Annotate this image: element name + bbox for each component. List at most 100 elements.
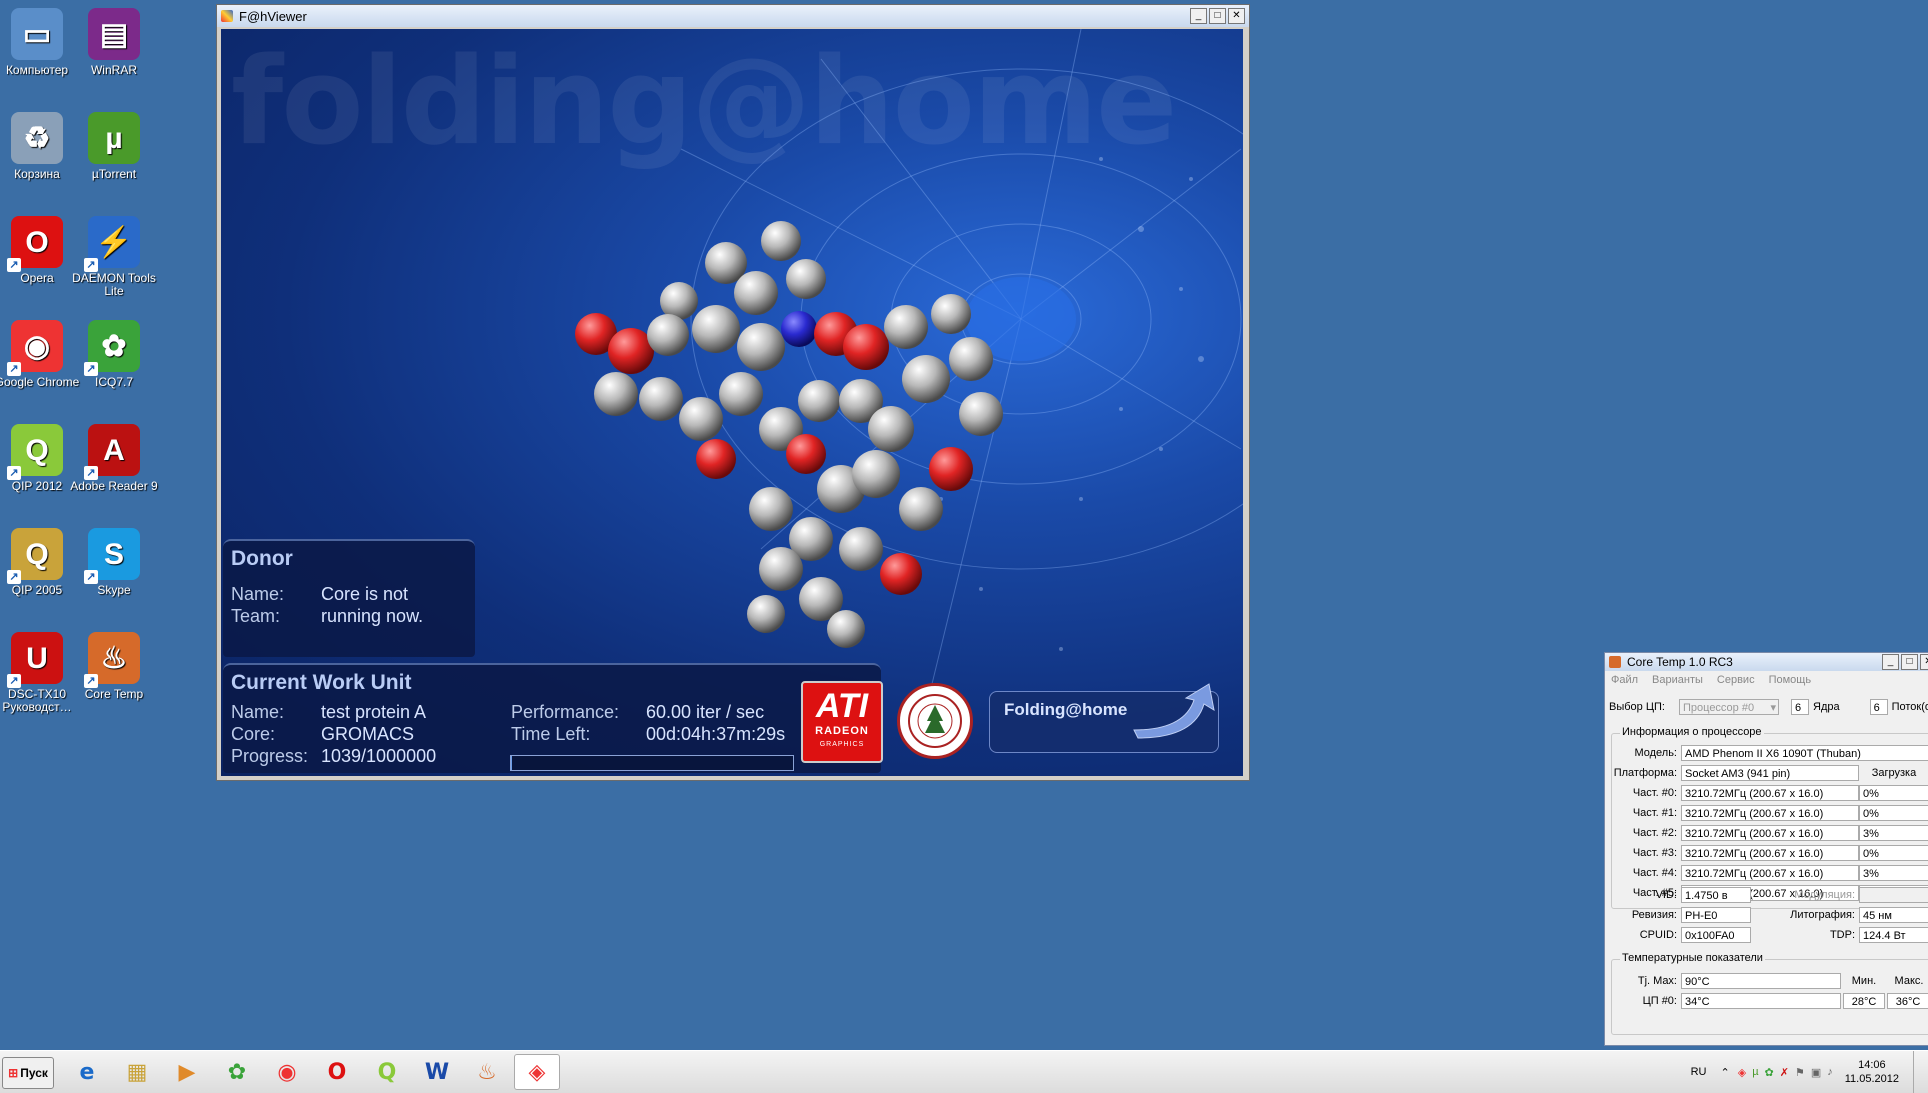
desktop-icon[interactable]: ✿↗ICQ7.7 — [69, 320, 159, 389]
tray-expand-icon[interactable]: ⌃ — [1721, 1066, 1730, 1079]
chrome-icon: ◉↗ — [11, 320, 63, 372]
processor-info-title: Информация о процессоре — [1620, 726, 1764, 738]
windows-logo-icon: ⊞ — [8, 1066, 18, 1080]
desktop-icon[interactable]: A↗Adobe Reader 9 — [69, 424, 159, 493]
minimize-button[interactable]: _ — [1190, 8, 1207, 24]
menu-help[interactable]: Помощь — [1769, 674, 1812, 686]
taskbar-internet-explorer-button[interactable]: e — [64, 1054, 110, 1090]
dsc-manual-icon: U↗ — [11, 632, 63, 684]
threads-count: 6 — [1870, 699, 1888, 715]
coretemp-close-button[interactable]: ✕ — [1920, 654, 1928, 670]
wu-core-label: Core: — [231, 723, 321, 745]
wu-time-left-label: Time Left: — [511, 723, 646, 745]
shortcut-arrow-icon: ↗ — [7, 466, 21, 480]
computer-icon: ▭ — [11, 8, 63, 60]
core-load-value: 0% — [1859, 845, 1928, 861]
taskbar-opera-button[interactable]: O — [314, 1054, 360, 1090]
desktop-icon-label: Core Temp — [69, 688, 159, 701]
folding-at-home-badge: Folding@home — [989, 691, 1219, 753]
menu-tools[interactable]: Сервис — [1717, 674, 1755, 686]
revision-value: PH-E0 — [1681, 907, 1751, 923]
taskbar-chrome-button[interactable]: ◉ — [264, 1054, 310, 1090]
wu-progress-value: 1039/1000000 — [321, 745, 436, 767]
internet-explorer-icon: e — [80, 1060, 95, 1085]
max-header: Макс. — [1887, 975, 1928, 987]
coretemp-titlebar[interactable]: Core Temp 1.0 RC3 _ □ ✕ — [1605, 653, 1928, 671]
vid-value: 1.4750 в — [1681, 887, 1751, 903]
clock-date: 11.05.2012 — [1845, 1072, 1899, 1086]
tdp-label: TDP: — [1751, 929, 1859, 941]
clock[interactable]: 14:06 11.05.2012 — [1845, 1058, 1899, 1086]
tjmax-value: 90°C — [1681, 973, 1841, 989]
language-indicator[interactable]: RU — [1691, 1066, 1707, 1078]
winrar-icon: ▤ — [88, 8, 140, 60]
vid-label: VID: — [1611, 889, 1681, 901]
close-button[interactable]: ✕ — [1228, 8, 1245, 24]
taskbar-qip-button[interactable]: Q — [364, 1054, 410, 1090]
desktop-icon[interactable]: ▤WinRAR — [69, 8, 159, 77]
core-temp-icon: ♨↗ — [88, 632, 140, 684]
explorer-folder-icon: ▦ — [127, 1060, 148, 1085]
desktop-icon[interactable]: µµTorrent — [69, 112, 159, 181]
tray-volume-icon[interactable]: ♪ — [1827, 1066, 1833, 1078]
chrome-icon: ◉ — [277, 1060, 296, 1085]
start-button[interactable]: ⊞ Пуск — [2, 1057, 54, 1089]
tdp-value: 124.4 Вт — [1859, 927, 1928, 943]
core-freq-label: Част. #2: — [1611, 827, 1681, 839]
taskbar-word-button[interactable]: W — [414, 1054, 460, 1090]
fah-titlebar[interactable]: F@hViewer _ □ ✕ — [217, 5, 1249, 27]
chevron-down-icon: ▾ — [1770, 700, 1776, 715]
temperature-title: Температурные показатели — [1620, 952, 1765, 964]
fah-arrow-icon — [1124, 680, 1224, 740]
donor-team-label: Team: — [231, 605, 321, 627]
desktop-icon[interactable]: ⚡↗DAEMON Tools Lite — [69, 216, 159, 298]
cpu0-temp-max: 36°C — [1887, 993, 1928, 1009]
desktop-icon[interactable]: ♨↗ Core Temp — [69, 632, 159, 701]
model-value: AMD Phenom II X6 1090T (Thuban) — [1681, 745, 1928, 761]
menu-options[interactable]: Варианты — [1652, 674, 1703, 686]
lithography-label: Литография: — [1751, 909, 1859, 921]
tray-network-icon[interactable]: ▣ — [1811, 1066, 1821, 1079]
platform-value: Socket AM3 (941 pin) — [1681, 765, 1859, 781]
tray-fah-icon[interactable]: ◈ — [1738, 1066, 1746, 1079]
modulation-label: Модуляция: — [1751, 889, 1859, 901]
core-load-value: 0% — [1859, 785, 1928, 801]
tray-antivirus-icon[interactable]: ✗ — [1780, 1066, 1789, 1079]
show-desktop-button[interactable] — [1913, 1051, 1928, 1093]
maximize-button[interactable]: □ — [1209, 8, 1226, 24]
taskbar-media-player-button[interactable]: ▶ — [164, 1054, 210, 1090]
taskbar-fah-viewer-button[interactable]: ◈ — [514, 1054, 560, 1090]
taskbar: ⊞ Пуск e▦▶✿◉OQW♨◈ RU ⌃ ◈ µ ✿ ✗ ⚑ ▣ ♪ 14:… — [0, 1050, 1928, 1093]
shortcut-arrow-icon: ↗ — [84, 258, 98, 272]
opera-icon: O — [328, 1060, 347, 1085]
coretemp-minimize-button[interactable]: _ — [1882, 654, 1899, 670]
tray-flag-icon[interactable]: ⚑ — [1795, 1066, 1805, 1079]
coretemp-menubar: Файл Варианты Сервис Помощь — [1605, 671, 1928, 689]
tray-utorrent-icon[interactable]: µ — [1752, 1066, 1758, 1078]
menu-file[interactable]: Файл — [1611, 674, 1638, 686]
wu-performance-value: 60.00 iter / sec — [646, 701, 764, 723]
core-freq-value: 3210.72МГц (200.67 x 16.0) — [1681, 805, 1859, 821]
taskbar-explorer-folder-button[interactable]: ▦ — [114, 1054, 160, 1090]
model-label: Модель: — [1611, 747, 1681, 759]
cpu-select-dropdown[interactable]: Процессор #0 ▾ — [1679, 699, 1779, 715]
desktop-icon[interactable]: S↗Skype — [69, 528, 159, 597]
tray-icq-icon[interactable]: ✿ — [1765, 1066, 1774, 1079]
cores-label: Ядра — [1813, 701, 1840, 713]
fah-viewer-icon: ◈ — [529, 1060, 546, 1085]
taskbar-core-temp-button[interactable]: ♨ — [464, 1054, 510, 1090]
shortcut-arrow-icon: ↗ — [84, 674, 98, 688]
window-title: F@hViewer — [239, 9, 1188, 24]
donor-team-value: running now. — [321, 605, 423, 627]
system-tray: RU ⌃ ◈ µ ✿ ✗ ⚑ ▣ ♪ 14:06 11.05.2012 — [1691, 1051, 1928, 1093]
donor-name-value: Core is not — [321, 583, 408, 605]
qip-icon: Q — [378, 1060, 397, 1085]
word-icon: W — [425, 1060, 449, 1085]
shortcut-arrow-icon: ↗ — [84, 466, 98, 480]
taskbar-icq-button[interactable]: ✿ — [214, 1054, 260, 1090]
recycle-bin-icon: ♻ — [11, 112, 63, 164]
coretemp-maximize-button[interactable]: □ — [1901, 654, 1918, 670]
core-freq-label: Част. #3: — [1611, 847, 1681, 859]
core-load-value: 0% — [1859, 805, 1928, 821]
molecule-atoms — [575, 221, 1003, 648]
